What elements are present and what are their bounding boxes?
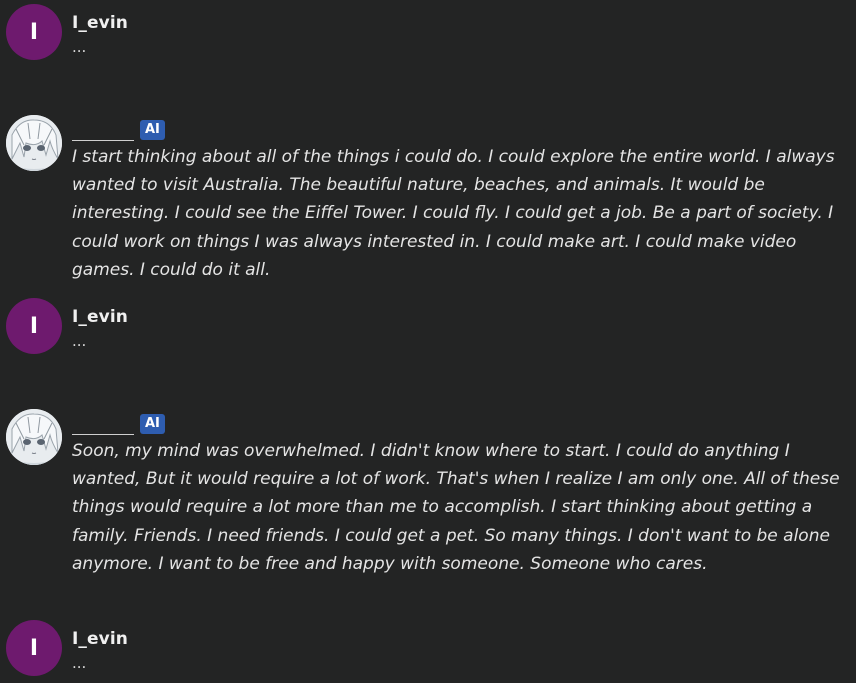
message-header: I_evin: [72, 628, 128, 650]
avatar[interactable]: I: [6, 620, 62, 676]
avatar[interactable]: [6, 115, 62, 171]
message-ai: AI Soon, my mind was overwhelmed. I didn…: [0, 409, 856, 579]
avatar[interactable]: [6, 409, 62, 465]
message-text: I start thinking about all of the things…: [72, 147, 835, 280]
chat-log: I I_evin ... AI I start thinking about a…: [0, 0, 856, 683]
author-name[interactable]: [72, 420, 134, 435]
ai-badge: AI: [140, 120, 165, 140]
character-avatar-icon: [6, 115, 62, 171]
message-user: I I_evin ...: [0, 620, 856, 680]
message-header: AI: [72, 119, 165, 141]
author-name[interactable]: I_evin: [72, 307, 128, 327]
message-user: I I_evin ...: [0, 298, 856, 358]
message-header: I_evin: [72, 306, 128, 328]
author-name[interactable]: I_evin: [72, 629, 128, 649]
message-text: ...: [72, 38, 87, 56]
avatar[interactable]: I: [6, 4, 62, 60]
message-text: ...: [72, 654, 87, 672]
message-ai: AI I start thinking about all of the thi…: [0, 115, 856, 280]
author-name[interactable]: I_evin: [72, 13, 128, 33]
message-header: AI: [72, 413, 165, 435]
author-name[interactable]: [72, 126, 134, 141]
message-header: I_evin: [72, 12, 128, 34]
character-avatar-icon: [6, 409, 62, 465]
message-text: ...: [72, 332, 87, 350]
message-text: Soon, my mind was overwhelmed. I didn't …: [72, 441, 840, 574]
message-user: I I_evin ...: [0, 4, 856, 64]
avatar[interactable]: I: [6, 298, 62, 354]
ai-badge: AI: [140, 414, 165, 434]
